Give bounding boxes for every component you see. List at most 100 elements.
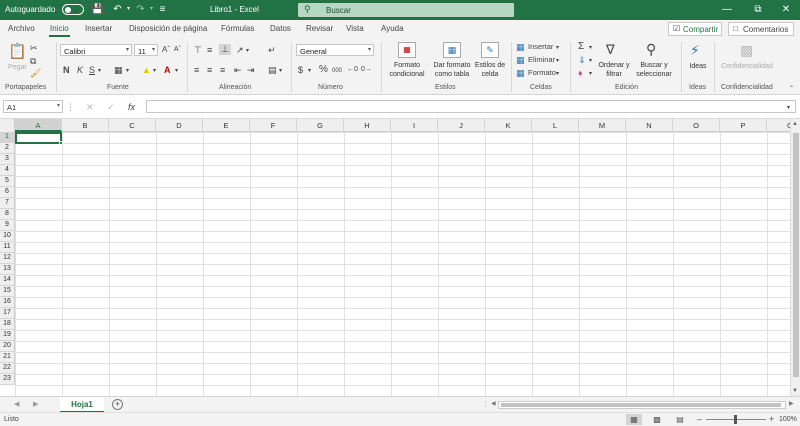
chevron-down-icon[interactable]: ▾ — [556, 43, 559, 53]
chevron-down-icon[interactable]: ▾ — [589, 56, 592, 66]
column-header-p[interactable]: P — [720, 119, 767, 132]
scroll-right-icon[interactable]: ▶ — [789, 400, 794, 407]
tab-ayuda[interactable]: Ayuda — [381, 24, 404, 33]
row-header-18[interactable]: 18 — [0, 319, 15, 330]
find-select-icon[interactable]: ⚲ — [646, 41, 656, 58]
row-header-22[interactable]: 22 — [0, 363, 15, 374]
restore-icon[interactable]: ⧉ — [744, 2, 772, 18]
column-header-e[interactable]: E — [203, 119, 250, 132]
row-header-5[interactable]: 5 — [0, 176, 15, 187]
row-header-7[interactable]: 7 — [0, 198, 15, 209]
formula-input[interactable] — [146, 100, 796, 113]
chevron-down-icon[interactable]: ▾ — [175, 66, 178, 76]
fill-handle[interactable] — [59, 141, 63, 145]
conditional-format-icon[interactable]: ▦ — [398, 42, 416, 58]
decrease-decimal-icon[interactable]: 0→ — [361, 65, 372, 75]
format-as-table-label-1[interactable]: Dar formato — [430, 61, 474, 70]
tab-disposicion[interactable]: Disposición de página — [129, 24, 207, 33]
comments-button[interactable]: □ Comentarios — [728, 22, 794, 36]
select-all-button[interactable] — [0, 119, 15, 132]
column-header-m[interactable]: M — [579, 119, 626, 132]
row-header-23[interactable]: 23 — [0, 374, 15, 385]
sort-filter-label-2[interactable]: filtrar — [597, 70, 631, 79]
chevron-down-icon[interactable]: ▾ — [153, 66, 156, 76]
save-icon[interactable]: 💾 — [91, 3, 104, 16]
worksheet-grid[interactable]: ABCDEFGHIJKLMNOPQ 1234567891011121314151… — [0, 119, 800, 396]
column-header-o[interactable]: O — [673, 119, 720, 132]
font-size-select[interactable]: 11 ▾ — [134, 44, 158, 56]
accounting-format-icon[interactable]: $ — [298, 65, 303, 75]
column-header-b[interactable]: B — [62, 119, 109, 132]
row-header-15[interactable]: 15 — [0, 286, 15, 297]
align-center-icon[interactable]: ≡ — [207, 65, 212, 75]
sort-filter-icon[interactable]: ∇ — [606, 42, 615, 58]
chevron-down-icon[interactable]: ▾ — [556, 69, 559, 79]
number-format-select[interactable]: General ▾ — [296, 44, 374, 56]
insert-cells-icon[interactable]: ▦ — [516, 42, 525, 52]
tab-vista[interactable]: Vista — [346, 24, 364, 33]
underline-button[interactable]: S — [89, 65, 95, 75]
format-as-table-icon[interactable]: ▦ — [443, 42, 461, 58]
cut-icon[interactable]: ✂ — [30, 43, 38, 53]
chevron-down-icon[interactable]: ▾ — [589, 43, 592, 53]
collapse-ribbon-icon[interactable]: ⌃ — [789, 84, 794, 94]
row-header-14[interactable]: 14 — [0, 275, 15, 286]
row-header-9[interactable]: 9 — [0, 220, 15, 231]
format-painter-icon[interactable]: 🖌 — [30, 68, 41, 78]
row-header-4[interactable]: 4 — [0, 165, 15, 176]
normal-view-icon[interactable]: ▦ — [626, 414, 642, 425]
chevron-down-icon[interactable]: ▾ — [279, 66, 282, 76]
tab-split-icon[interactable]: ⋮ — [482, 400, 489, 408]
chevron-down-icon[interactable]: ▾ — [308, 66, 311, 76]
borders-icon[interactable]: ▦ — [114, 65, 123, 75]
tab-formulas[interactable]: Fórmulas — [221, 24, 254, 33]
cells-area[interactable] — [15, 132, 790, 396]
row-header-10[interactable]: 10 — [0, 231, 15, 242]
increase-decimal-icon[interactable]: ←0 — [347, 65, 358, 75]
column-header-g[interactable]: G — [297, 119, 344, 132]
italic-button[interactable]: K — [77, 65, 83, 75]
enter-icon[interactable]: ✓ — [107, 102, 115, 112]
font-color-icon[interactable]: A — [164, 65, 171, 75]
sensitivity-icon[interactable]: ▩ — [740, 42, 753, 59]
copy-icon[interactable]: ⧉ — [30, 56, 36, 66]
conditional-format-label-1[interactable]: Formato — [385, 61, 429, 70]
row-header-13[interactable]: 13 — [0, 264, 15, 275]
merge-center-icon[interactable]: ▤ — [268, 65, 277, 75]
percent-style-button[interactable]: % — [319, 65, 328, 75]
fill-icon[interactable]: ⇓ — [578, 55, 586, 65]
font-name-select[interactable]: Calibri ▾ — [60, 44, 132, 56]
vertical-scrollbar[interactable]: ▲ ▼ — [790, 119, 800, 396]
row-header-1[interactable]: 1 — [0, 132, 15, 143]
align-top-icon[interactable]: ⊤ — [194, 45, 202, 55]
row-header-16[interactable]: 16 — [0, 297, 15, 308]
confidentiality-button-label[interactable]: Confidencialidad — [716, 62, 778, 71]
tab-archivo[interactable]: Archivo — [8, 24, 35, 33]
scroll-down-icon[interactable]: ▼ — [792, 388, 798, 394]
column-header-k[interactable]: K — [485, 119, 532, 132]
column-header-h[interactable]: H — [344, 119, 391, 132]
insert-function-button[interactable]: fx — [128, 102, 135, 112]
page-break-view-icon[interactable]: ▤ — [672, 414, 688, 425]
increase-font-icon[interactable]: Aˆ — [162, 45, 170, 55]
chevron-down-icon[interactable]: ▾ — [98, 66, 101, 76]
fill-color-icon[interactable]: ▲ — [142, 65, 151, 75]
format-cells-icon[interactable]: ▦ — [516, 68, 525, 78]
column-header-a[interactable]: A — [15, 119, 62, 132]
column-header-n[interactable]: N — [626, 119, 673, 132]
chevron-down-icon[interactable]: ▾ — [556, 56, 559, 66]
wrap-text-icon[interactable]: ↵ — [268, 45, 276, 55]
add-sheet-icon[interactable]: + — [112, 399, 123, 410]
row-header-8[interactable]: 8 — [0, 209, 15, 220]
sort-filter-label-1[interactable]: Ordenar y — [597, 61, 631, 70]
vertical-scroll-thumb[interactable] — [793, 133, 799, 377]
column-header-d[interactable]: D — [156, 119, 203, 132]
column-header-c[interactable]: C — [109, 119, 156, 132]
chevron-down-icon[interactable]: ▾ — [126, 66, 129, 76]
tab-datos[interactable]: Datos — [270, 24, 291, 33]
horizontal-scroll-thumb[interactable] — [501, 403, 781, 407]
conditional-format-label-2[interactable]: condicional — [385, 70, 429, 79]
chevron-down-icon[interactable]: ▾ — [589, 69, 592, 79]
decrease-font-icon[interactable]: Aˇ — [174, 45, 181, 55]
prev-sheet-icon[interactable]: ◀ — [14, 400, 19, 408]
